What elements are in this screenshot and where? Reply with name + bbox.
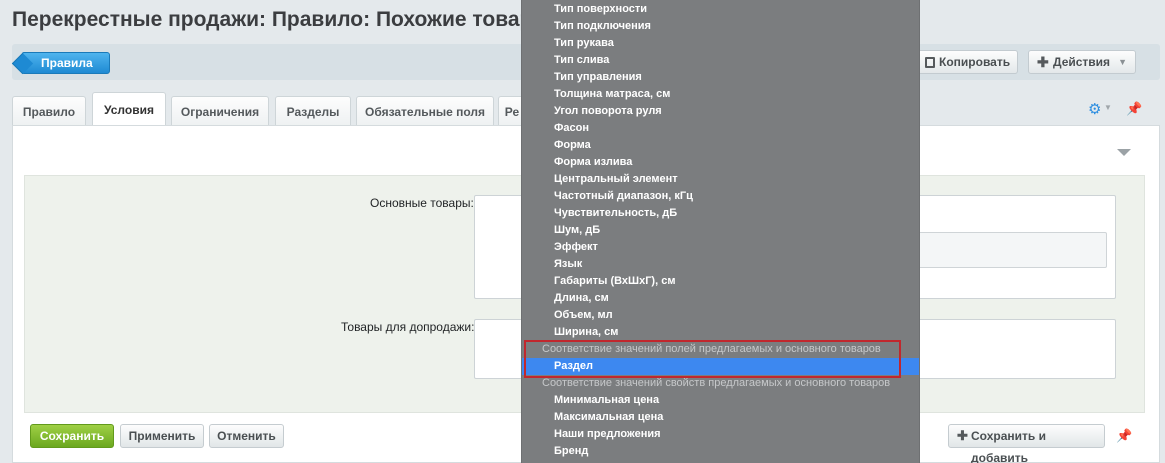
plus-icon: ✚ [957,428,968,443]
tab-label: Правило [22,105,76,119]
dropdown-item[interactable]: Максимальная цена [522,409,919,426]
main-goods-label: Основные товары: [370,196,474,210]
tab-label: Условия [104,103,154,117]
tab-label: Ограничения [180,105,260,119]
tab-conditions[interactable]: Условия [92,92,166,126]
tab-sections[interactable]: Разделы [275,96,351,126]
dropdown-item[interactable]: Тип слива [522,52,919,69]
dropdown-item[interactable]: Габариты (ВхШхГ), см [522,273,919,290]
tab-rule[interactable]: Правило [12,96,86,126]
copy-label: Копировать [939,55,1011,69]
tab-required-fields[interactable]: Обязательные поля [356,96,494,126]
dropdown-item[interactable]: Чувствительность, дБ [522,205,919,222]
save-and-add-button[interactable]: ✚ Сохранить и добавить [948,424,1105,463]
dropdown-item[interactable]: Форма [522,137,919,154]
dropdown-item[interactable]: Наши предложения [522,426,919,443]
tab-label: Разделы [286,105,340,119]
copy-button[interactable]: Копировать [916,50,1018,74]
dropdown-item[interactable]: Тип подключения [522,18,919,35]
dropdown-item[interactable]: Длина, см [522,290,919,307]
back-to-rules-label: Правила [41,56,93,70]
save-label: Сохранить [39,429,105,443]
dropdown-item[interactable]: Бренд [522,443,919,460]
dropdown-item[interactable]: Центральный элемент [522,171,919,188]
cancel-button[interactable]: Отменить [209,424,284,448]
tab-label: Обязательные поля [364,105,486,119]
dropdown-item[interactable]: Язык [522,256,919,273]
dropdown-item[interactable]: Эффект [522,239,919,256]
save-and-add-label: Сохранить и добавить [971,429,1046,463]
dropdown-item[interactable]: Фасон [522,120,919,137]
dropdown-item[interactable]: Форма излива [522,154,919,171]
page-title: Перекрестные продажи: Правило: Похожие т… [12,8,579,31]
tab-label: Ре [504,105,520,119]
dropdown-item[interactable]: Тип управления [522,69,919,86]
apply-label: Применить [128,429,196,443]
pin-icon[interactable]: 📌 [1116,428,1132,444]
upsell-goods-label: Товары для допродажи: [341,320,475,334]
dropdown-item[interactable]: Тип поверхности [522,1,919,18]
condition-field-dropdown[interactable]: Тип поверхности Тип подключения Тип рукава… [521,0,920,463]
back-to-rules-button[interactable]: Правила [22,52,110,74]
chevron-down-icon[interactable]: ▼ [1104,103,1112,112]
dropdown-item[interactable]: Ширина, см [522,324,919,341]
tab-restrictions[interactable]: Ограничения [171,96,269,126]
dropdown-item[interactable]: Шум, дБ [522,222,919,239]
collapse-arrow-icon[interactable] [1117,149,1131,156]
cancel-label: Отменить [217,429,276,443]
chevron-down-icon: ▼ [1118,57,1127,67]
gear-icon[interactable]: ⚙ [1088,100,1101,118]
actions-label: Действия [1053,55,1111,69]
actions-button[interactable]: ✚ Действия ▼ [1028,50,1136,74]
apply-button[interactable]: Применить [120,424,204,448]
save-button[interactable]: Сохранить [30,424,114,448]
dropdown-item[interactable]: Толщина матраса, см [522,86,919,103]
copy-icon [925,57,935,68]
highlight-annotation [524,340,901,378]
dropdown-item[interactable]: Тип рукава [522,35,919,52]
pin-icon[interactable]: 📌 [1126,101,1142,117]
dropdown-item[interactable]: Объем, мл [522,307,919,324]
dropdown-item[interactable]: Частотный диапазон, кГц [522,188,919,205]
plus-icon: ✚ [1037,54,1049,70]
dropdown-item[interactable]: Минимальная цена [522,392,919,409]
dropdown-item[interactable]: Угол поворота руля [522,103,919,120]
